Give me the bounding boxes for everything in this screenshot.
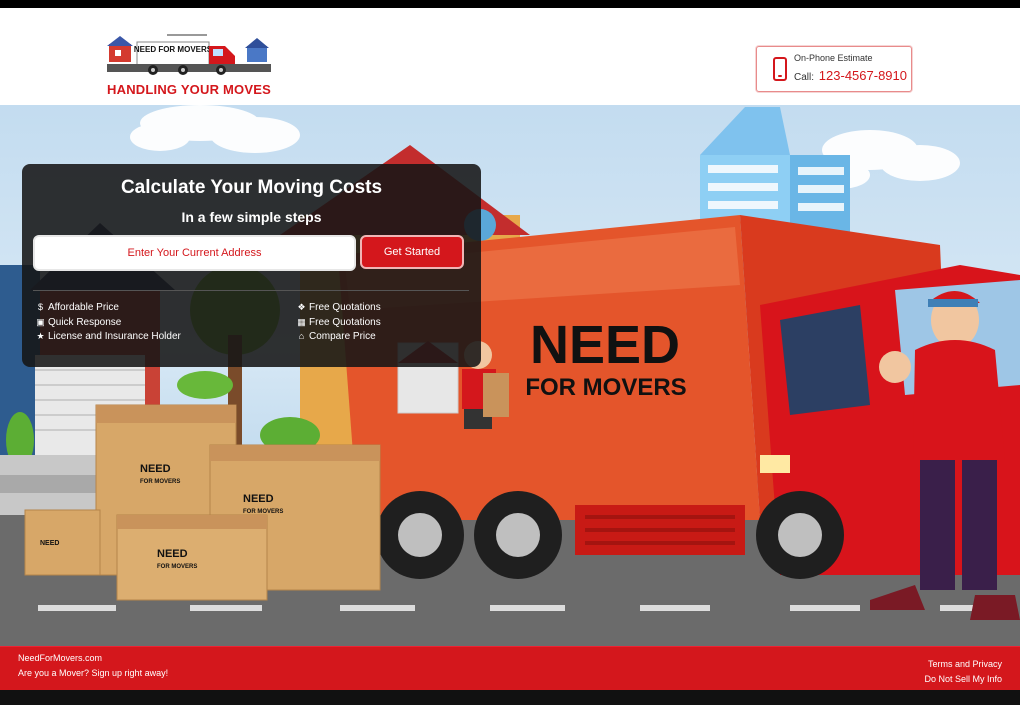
site-logo[interactable]: NEED FOR MOVERS HANDLING YOUR MOVES bbox=[107, 34, 271, 98]
phone-estimate-box[interactable]: On-Phone Estimate Call: 123-4567-8910 bbox=[756, 46, 912, 92]
footer-mover-signup-link[interactable]: Are you a Mover? Sign up right away! bbox=[18, 668, 168, 678]
feature-label: License and Insurance Holder bbox=[48, 331, 181, 342]
bank-icon: ⌂ bbox=[298, 331, 305, 341]
logo-truck-illustration: NEED FOR MOVERS bbox=[107, 34, 271, 75]
footer-terms-link[interactable]: Terms and Privacy bbox=[928, 659, 1002, 669]
truck-brand-small: FOR MOVERS bbox=[525, 374, 686, 401]
box-brand-2: NEED bbox=[243, 493, 274, 505]
footer-site-link[interactable]: NeedForMovers.com bbox=[18, 653, 102, 663]
site-footer: NeedForMovers.com Are you a Mover? Sign … bbox=[0, 646, 1020, 690]
feature-item: ▦ Free Quotations bbox=[296, 317, 381, 328]
id-card-icon: ▣ bbox=[36, 317, 45, 327]
footer-do-not-sell-link[interactable]: Do Not Sell My Info bbox=[924, 674, 1002, 684]
feature-item: $ Affordable Price bbox=[35, 302, 119, 313]
feature-label: Free Quotations bbox=[309, 302, 381, 313]
phone-number-link[interactable]: 123-4567-8910 bbox=[819, 68, 907, 83]
feature-item: ❖ Free Quotations bbox=[296, 302, 381, 313]
gift-icon: ▦ bbox=[297, 317, 306, 327]
truck-brand-big: NEED bbox=[530, 315, 680, 375]
box-brand-2-small: FOR MOVERS bbox=[243, 509, 283, 515]
panel-subtitle: In a few simple steps bbox=[181, 209, 322, 225]
box-brand-1: NEED bbox=[140, 463, 171, 475]
top-black-bar bbox=[0, 0, 1020, 8]
feature-label: Free Quotations bbox=[309, 317, 381, 328]
box-brand-4: NEED bbox=[40, 540, 59, 547]
address-input[interactable] bbox=[33, 235, 356, 271]
logo-text-need: NEED FOR MOVERS bbox=[134, 45, 213, 54]
feature-label: Compare Price bbox=[309, 331, 376, 342]
feature-label: Quick Response bbox=[48, 317, 122, 328]
phone-estimate-label: On-Phone Estimate bbox=[794, 53, 873, 63]
feature-item: ★ License and Insurance Holder bbox=[35, 331, 181, 342]
panel-title: Calculate Your Moving Costs bbox=[120, 177, 383, 198]
box-brand-1-small: FOR MOVERS bbox=[140, 479, 180, 485]
panel-divider bbox=[33, 290, 469, 291]
site-header: NEED FOR MOVERS HANDLING YOUR MOVES On-P… bbox=[0, 8, 1020, 105]
mobile-phone-icon bbox=[773, 57, 787, 81]
phone-call-prefix: Call: bbox=[794, 72, 815, 83]
box-brand-3-small: FOR MOVERS bbox=[157, 564, 197, 570]
moving-cost-panel: Calculate Your Moving Costs In a few sim… bbox=[22, 164, 481, 367]
phone-call-line: Call: 123-4567-8910 bbox=[794, 68, 907, 83]
dollar-icon: $ bbox=[37, 302, 43, 312]
box-brand-3: NEED bbox=[157, 548, 188, 560]
feature-item: ⌂ Compare Price bbox=[296, 331, 376, 342]
star-icon: ★ bbox=[36, 331, 45, 341]
feature-label: Affordable Price bbox=[48, 302, 119, 313]
logo-tagline: HANDLING YOUR MOVES bbox=[107, 82, 271, 97]
get-started-button[interactable]: Get Started bbox=[360, 235, 464, 269]
bottom-black-bar bbox=[0, 690, 1020, 705]
feature-item: ▣ Quick Response bbox=[35, 317, 121, 328]
chat-icon: ❖ bbox=[297, 302, 306, 312]
